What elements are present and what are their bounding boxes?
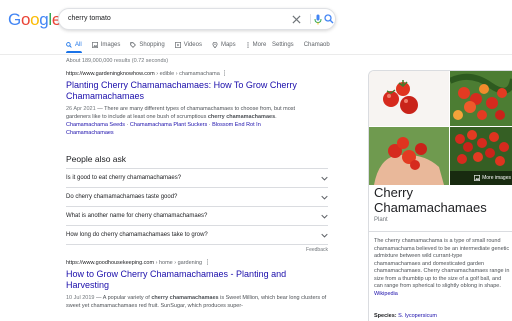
logo-letter: o: [30, 10, 40, 29]
result-snippet: 10 Jul 2019 — A popular variety of cherr…: [66, 294, 328, 310]
more-vert-icon: [247, 42, 249, 48]
clear-icon[interactable]: [289, 12, 303, 26]
tab-maps[interactable]: Maps: [212, 38, 236, 52]
panel-divider: [368, 231, 512, 232]
tab-label: Shopping: [139, 42, 165, 48]
result-url[interactable]: https://www.goodhousekeeping.com › home …: [66, 259, 328, 266]
more-images-overlay[interactable]: More images: [450, 171, 512, 185]
tab-more[interactable]: More: [246, 38, 267, 52]
wikipedia-link[interactable]: Wikipedia: [374, 291, 398, 297]
snippet-bold: cherry chamamachamaes: [151, 295, 219, 301]
tab-label: Images: [100, 42, 121, 48]
people-also-ask: People also ask Is it good to eat cherry…: [66, 154, 328, 253]
more-vert-icon[interactable]: [223, 70, 226, 76]
result-path: › home › gardening: [155, 260, 203, 266]
sitelink[interactable]: Chamamachama Plant Suckers: [130, 122, 207, 128]
chevron-down-icon: [321, 233, 328, 238]
result-date: 10 Jul 2019: [66, 295, 95, 301]
search-icon: [66, 42, 72, 48]
entity-description: The cherry chamamachama is a type of sma…: [374, 238, 510, 298]
result-stats: About 189,000,000 results (0.72 seconds): [66, 58, 169, 64]
image-icon: [474, 175, 481, 181]
paa-heading: People also ask: [66, 154, 127, 164]
search-result: https://www.gardeningknowhow.com › edibl…: [66, 70, 304, 137]
tomato-image[interactable]: [369, 127, 449, 185]
logo-letter: o: [20, 10, 31, 29]
paa-question[interactable]: Is it good to eat cherry chamamachamaes?: [66, 168, 328, 187]
chevron-down-icon: [321, 176, 328, 181]
species-label: Species:: [374, 313, 397, 319]
google-logo[interactable]: Google: [8, 10, 61, 30]
paa-question[interactable]: What is another name for cherry chamamac…: [66, 206, 328, 225]
paa-question-text: Do cherry chamamachamaes taste good?: [66, 194, 178, 200]
result-title[interactable]: How to Grow Cherry Chamamachamaes - Plan…: [66, 269, 328, 291]
chevron-down-icon: [321, 195, 328, 200]
search-input[interactable]: cherry tomato: [68, 15, 111, 22]
sitelinks: Chamamachama Seeds · Chamamachama Plant …: [66, 122, 261, 136]
entity-species: Species: S. lycopersicum: [374, 313, 437, 319]
result-title-line: Planting Cherry Chamamachamaes: How To G…: [66, 80, 297, 90]
tomato-image[interactable]: [369, 71, 449, 126]
tab-videos[interactable]: Videos: [174, 38, 202, 52]
paa-question-text: What is another name for cherry chamamac…: [66, 213, 208, 219]
species-link[interactable]: S. lycopersicum: [398, 313, 437, 319]
tab-label: Maps: [220, 42, 236, 48]
search-box[interactable]: cherry tomato: [58, 8, 336, 30]
search-tabs: All Images Shopping Videos Maps More: [66, 38, 276, 52]
tab-shopping[interactable]: Shopping: [130, 38, 165, 52]
map-pin-icon: [212, 42, 218, 48]
active-tab-indicator: [66, 51, 82, 53]
tab-label: More: [252, 42, 267, 48]
feedback-link[interactable]: Feedback: [66, 247, 328, 253]
video-icon: [174, 42, 181, 48]
settings-link[interactable]: Settings: [272, 38, 294, 52]
entity-name-line: Cherry: [374, 185, 414, 200]
tomato-image[interactable]: More images: [450, 127, 512, 185]
entity-type: Plant: [374, 217, 388, 223]
snippet-bold: cherry chamamachamaes: [207, 114, 276, 120]
paa-question[interactable]: Do cherry chamamachamaes taste good?: [66, 187, 328, 206]
result-path: › edible › chamamachama: [156, 71, 220, 77]
search-icon[interactable]: [322, 12, 336, 26]
snippet-text: .: [275, 114, 277, 120]
chevron-down-icon: [321, 214, 328, 219]
logo-letter: G: [8, 10, 21, 29]
paa-question-text: Is it good to eat cherry chamamachamaes?: [66, 175, 182, 181]
tag-icon: [130, 42, 137, 48]
more-vert-icon[interactable]: [206, 259, 209, 265]
result-snippet: 26 Apr 2021 — There are many different t…: [66, 105, 304, 137]
more-images-label: More images: [482, 175, 511, 181]
description-text: The cherry chamamachama is a type of sma…: [374, 238, 510, 289]
result-url[interactable]: https://www.gardeningknowhow.com › edibl…: [66, 70, 304, 77]
tab-all[interactable]: All: [66, 38, 82, 52]
search-result: https://www.goodhousekeeping.com › home …: [66, 259, 328, 310]
entity-name: Cherry Chamamachamaes: [374, 185, 487, 215]
result-domain: https://www.goodhousekeeping.com: [66, 260, 155, 266]
paa-question-text: How long do cherry chamamachamaes take t…: [66, 232, 208, 238]
search-tools: Settings Chamaob: [272, 38, 340, 52]
result-date: 26 Apr 2021: [66, 106, 96, 112]
snippet-text: — A popular variety of: [94, 295, 152, 301]
sitelink[interactable]: Chamamachama Seeds: [66, 122, 125, 128]
result-title-line: Chamamachamaes: [66, 91, 145, 101]
result-title[interactable]: Planting Cherry Chamamachamaes: How To G…: [66, 80, 304, 102]
tomato-image[interactable]: [450, 71, 512, 126]
header-divider: [0, 54, 512, 55]
result-domain: https://www.gardeningknowhow.com: [66, 71, 155, 77]
tools-link[interactable]: Chamaob: [304, 38, 330, 52]
logo-letter: g: [39, 10, 49, 29]
paa-question[interactable]: How long do cherry chamamachamaes take t…: [66, 225, 328, 245]
tab-label: All: [75, 42, 82, 48]
tab-label: Videos: [183, 42, 202, 48]
tab-images[interactable]: Images: [91, 38, 121, 52]
entity-name-line: Chamamachamaes: [374, 200, 487, 215]
image-icon: [91, 42, 98, 48]
